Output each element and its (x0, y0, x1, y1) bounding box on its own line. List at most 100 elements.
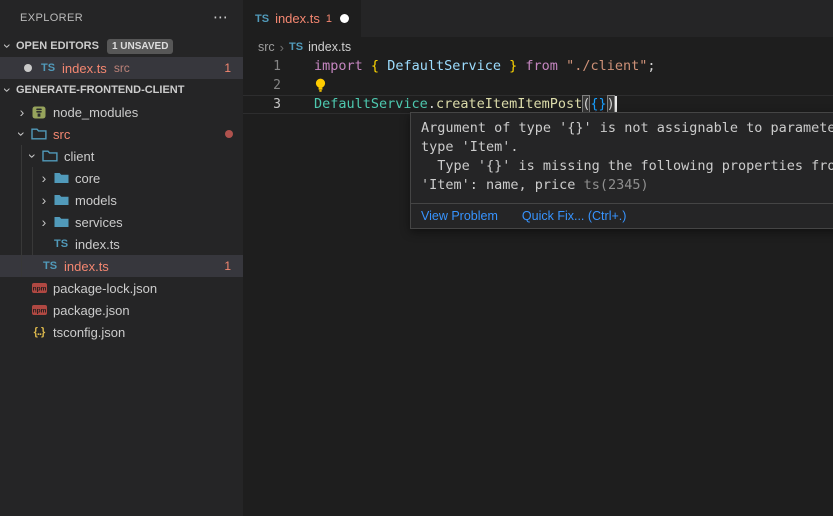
tab-label: index.ts (275, 11, 320, 26)
indent-guide (21, 211, 22, 233)
ts-icon: TS (43, 260, 57, 272)
workspace-header[interactable]: › GENERATE-FRONTEND-CLIENT (0, 79, 243, 101)
open-editors-header[interactable]: › OPEN EDITORS 1 UNSAVED (0, 35, 243, 57)
tab-index-ts[interactable]: TS index.ts 1 (243, 0, 361, 37)
chevron-right-icon: › (36, 215, 52, 229)
tree-item-index.ts[interactable]: TS index.ts 1 (0, 255, 243, 277)
breadcrumb-file[interactable]: index.ts (308, 40, 351, 54)
vscode-window: EXPLORER ⋯ › OPEN EDITORS 1 UNSAVED TSin… (0, 0, 833, 516)
svg-text:npm: npm (32, 308, 46, 315)
code-token: DefaultService (387, 57, 501, 76)
tree-item-package.json[interactable]: npm package.json (0, 299, 243, 321)
text-cursor-icon (615, 96, 617, 113)
tree-item-package-lock.json[interactable]: npm package-lock.json (0, 277, 243, 299)
breadcrumb[interactable]: src › TS index.ts (243, 37, 833, 57)
tree-item-tsconfig.json[interactable]: {..} tsconfig.json (0, 321, 243, 343)
folder-icon (54, 172, 69, 184)
indent-guide (32, 211, 33, 233)
tree-item-client[interactable]: › client (0, 145, 243, 167)
tree-item-index.ts[interactable]: TS index.ts (0, 233, 243, 255)
error-dot-icon (225, 130, 233, 138)
indent-guide (32, 233, 33, 255)
indent-guide (32, 189, 33, 211)
code-line-1[interactable]: 1import { DefaultService } from "./clien… (243, 57, 833, 76)
file-label: services (75, 215, 123, 230)
tab-error-count: 1 (326, 13, 332, 25)
error-count-badge: 1 (224, 259, 231, 273)
code-token (501, 57, 509, 76)
file-label: src (53, 127, 70, 142)
file-label: index.ts (62, 61, 107, 76)
indent-guide (21, 167, 22, 189)
tooltip-actions: View Problem Quick Fix... (Ctrl+.) (411, 203, 833, 228)
file-label: index.ts (64, 259, 109, 274)
code-token: } (509, 57, 517, 76)
folder-icon (54, 194, 69, 206)
lightbulb-icon[interactable] (314, 78, 327, 93)
file-label: models (75, 193, 117, 208)
tooltip-message-line: 'Item': name, price ts(2345) (421, 176, 833, 195)
file-label: node_modules (53, 105, 138, 120)
ts-icon: TS (255, 13, 269, 25)
code-token (517, 57, 525, 76)
file-label: index.ts (75, 237, 120, 252)
tooltip-message: Argument of type '{}' is not assignable … (411, 113, 833, 203)
code-line-2[interactable]: 2 (243, 76, 833, 95)
error-tooltip: Argument of type '{}' is not assignable … (410, 112, 833, 229)
folder-open-icon (31, 128, 47, 140)
npm-icon: npm (32, 305, 47, 315)
ts-icon: TS (41, 62, 55, 74)
tooltip-message-line: Argument of type '{}' is not assignable … (421, 119, 833, 138)
ts-icon: TS (54, 238, 68, 250)
chevron-right-icon: › (14, 105, 30, 119)
editor-area: TS index.ts 1 src › TS index.ts 1import … (243, 0, 833, 516)
tooltip-message-line: type 'Item'. (421, 138, 833, 157)
code-editor[interactable]: 1import { DefaultService } from "./clien… (243, 57, 833, 114)
breadcrumb-folder[interactable]: src (258, 40, 275, 54)
node-package-icon (32, 106, 46, 119)
svg-text:npm: npm (32, 286, 46, 293)
file-label: package-lock.json (53, 281, 157, 296)
line-number: 3 (243, 95, 281, 114)
file-label: tsconfig.json (53, 325, 125, 340)
indent-guide (21, 145, 22, 167)
line-number: 1 (243, 57, 281, 76)
more-actions-icon[interactable]: ⋯ (213, 13, 229, 23)
open-editor-item-index.ts[interactable]: TS index.ts src 1 (0, 57, 243, 79)
unsaved-badge: 1 UNSAVED (107, 39, 174, 54)
view-problem-link[interactable]: View Problem (421, 209, 498, 223)
tree-item-core[interactable]: › core (0, 167, 243, 189)
file-description: src (114, 61, 130, 75)
code-token (379, 57, 387, 76)
indent-guide (21, 189, 22, 211)
chevron-down-icon: › (15, 126, 29, 142)
modified-dot-icon (24, 64, 32, 72)
file-label: core (75, 171, 100, 186)
error-count-badge: 1 (224, 61, 231, 75)
tab-bar: TS index.ts 1 (243, 0, 833, 37)
indent-guide (21, 255, 22, 277)
chevron-right-icon: › (36, 171, 52, 185)
explorer-sidebar: EXPLORER ⋯ › OPEN EDITORS 1 UNSAVED TSin… (0, 0, 243, 516)
code-token: import (314, 57, 363, 76)
open-editors-list: TS index.ts src 1 (0, 57, 243, 79)
code-token: { (371, 57, 379, 76)
quick-fix-link[interactable]: Quick Fix... (Ctrl+.) (522, 209, 627, 223)
folder-open-icon (42, 150, 58, 162)
tree-item-models[interactable]: › models (0, 189, 243, 211)
file-label: package.json (53, 303, 130, 318)
workspace-label: GENERATE-FRONTEND-CLIENT (16, 84, 184, 96)
line-number: 2 (243, 76, 281, 95)
tree-item-node_modules[interactable]: › node_modules (0, 101, 243, 123)
code-token (363, 57, 371, 76)
file-label: client (64, 149, 94, 164)
ts-icon: TS (289, 41, 303, 53)
chevron-down-icon: › (1, 82, 15, 98)
chevron-down-icon: › (26, 148, 40, 164)
tree-item-services[interactable]: › services (0, 211, 243, 233)
tree-item-src[interactable]: › src (0, 123, 243, 145)
code-token (558, 57, 566, 76)
json-braces-icon: {..} (34, 326, 45, 338)
chevron-right-icon: › (36, 193, 52, 207)
modified-dot-icon[interactable] (340, 14, 349, 23)
